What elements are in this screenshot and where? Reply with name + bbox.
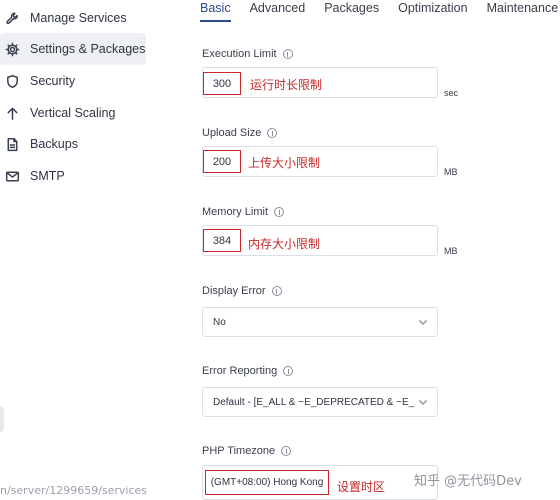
- info-icon[interactable]: [283, 366, 294, 376]
- tab-advanced[interactable]: Advanced: [250, 0, 306, 22]
- memory-limit-label-text: Memory Limit: [202, 206, 269, 218]
- status-url: n/server/1299659/services: [0, 484, 148, 497]
- sidebar-item-backups[interactable]: Backups: [0, 128, 78, 160]
- execution-limit-label-text: Execution Limit: [202, 48, 277, 60]
- display-error-value: No: [213, 316, 226, 328]
- display-error-label: Display Error: [202, 285, 282, 297]
- upload-size-label-text: Upload Size: [202, 127, 262, 139]
- mail-icon: [4, 168, 20, 184]
- sidebar-item-label: Manage Services: [30, 11, 127, 25]
- file-icon: [4, 136, 20, 152]
- sidebar-item-vertical-scaling[interactable]: Vertical Scaling: [0, 97, 115, 129]
- chevron-down-icon: [415, 394, 431, 410]
- gear-icon: [4, 41, 20, 57]
- tab-optimization[interactable]: Optimization: [398, 0, 467, 22]
- display-error-label-text: Display Error: [202, 285, 266, 297]
- upload-size-value[interactable]: 200: [203, 150, 241, 173]
- chevron-down-icon: [415, 314, 431, 330]
- memory-limit-unit: MB: [444, 246, 458, 256]
- tab-maintenance[interactable]: Maintenance: [487, 0, 559, 22]
- upload-size-label: Upload Size: [202, 127, 278, 139]
- sidebar-item-security[interactable]: Security: [0, 65, 75, 97]
- arrow-up-icon: [4, 105, 20, 121]
- display-error-select[interactable]: No: [202, 307, 438, 337]
- php-timezone-label-text: PHP Timezone: [202, 445, 276, 457]
- wrench-icon: [4, 10, 20, 26]
- execution-limit-annotation: 运行时长限制: [250, 78, 323, 92]
- upload-size-annotation: 上传大小限制: [248, 156, 321, 170]
- info-icon[interactable]: [281, 446, 292, 456]
- error-reporting-label-text: Error Reporting: [202, 365, 278, 377]
- tab-packages[interactable]: Packages: [324, 0, 379, 22]
- error-reporting-select[interactable]: Default - [E_ALL & ~E_DEPRECATED & ~E_ST…: [202, 387, 438, 417]
- error-reporting-value: Default - [E_ALL & ~E_DEPRECATED & ~E_ST…: [213, 396, 415, 408]
- execution-limit-unit: sec: [444, 88, 459, 98]
- sidebar-item-label: Vertical Scaling: [30, 106, 116, 120]
- sidebar-item-label: Backups: [30, 137, 78, 151]
- info-icon[interactable]: [274, 207, 285, 217]
- sidebar-item-manage-services[interactable]: Manage Services: [0, 2, 127, 34]
- sidebar-item-settings-packages[interactable]: Settings & Packages: [0, 33, 146, 65]
- watermark: 知乎 @无代码Dev: [414, 474, 522, 489]
- info-icon[interactable]: [267, 128, 278, 138]
- upload-size-unit: MB: [444, 167, 458, 177]
- sidebar: Manage Services Settings & Packages Secu…: [0, 0, 190, 500]
- error-reporting-label: Error Reporting: [202, 365, 294, 377]
- sidebar-item-smtp[interactable]: SMTP: [0, 160, 65, 192]
- sidebar-item-label: Settings & Packages: [30, 42, 146, 56]
- tab-basic[interactable]: Basic: [200, 0, 231, 22]
- memory-limit-annotation: 内存大小限制: [248, 237, 321, 251]
- php-timezone-annotation: 设置时区: [337, 480, 386, 494]
- shield-icon: [4, 73, 20, 89]
- sidebar-item-label: Security: [30, 74, 76, 88]
- memory-limit-label: Memory Limit: [202, 206, 285, 218]
- info-icon[interactable]: [282, 49, 293, 59]
- sidebar-item-label: SMTP: [30, 169, 65, 183]
- execution-limit-value[interactable]: 300: [203, 72, 241, 95]
- execution-limit-label: Execution Limit: [202, 48, 293, 60]
- scroll-handle[interactable]: [0, 406, 4, 432]
- php-timezone-value[interactable]: (GMT+08:00) Hong Kong: [205, 470, 329, 495]
- tab-bar: Basic Advanced Packages Optimization Mai…: [200, 0, 560, 22]
- php-timezone-label: PHP Timezone: [202, 445, 292, 457]
- memory-limit-value[interactable]: 384: [203, 229, 241, 252]
- info-icon[interactable]: [271, 286, 282, 296]
